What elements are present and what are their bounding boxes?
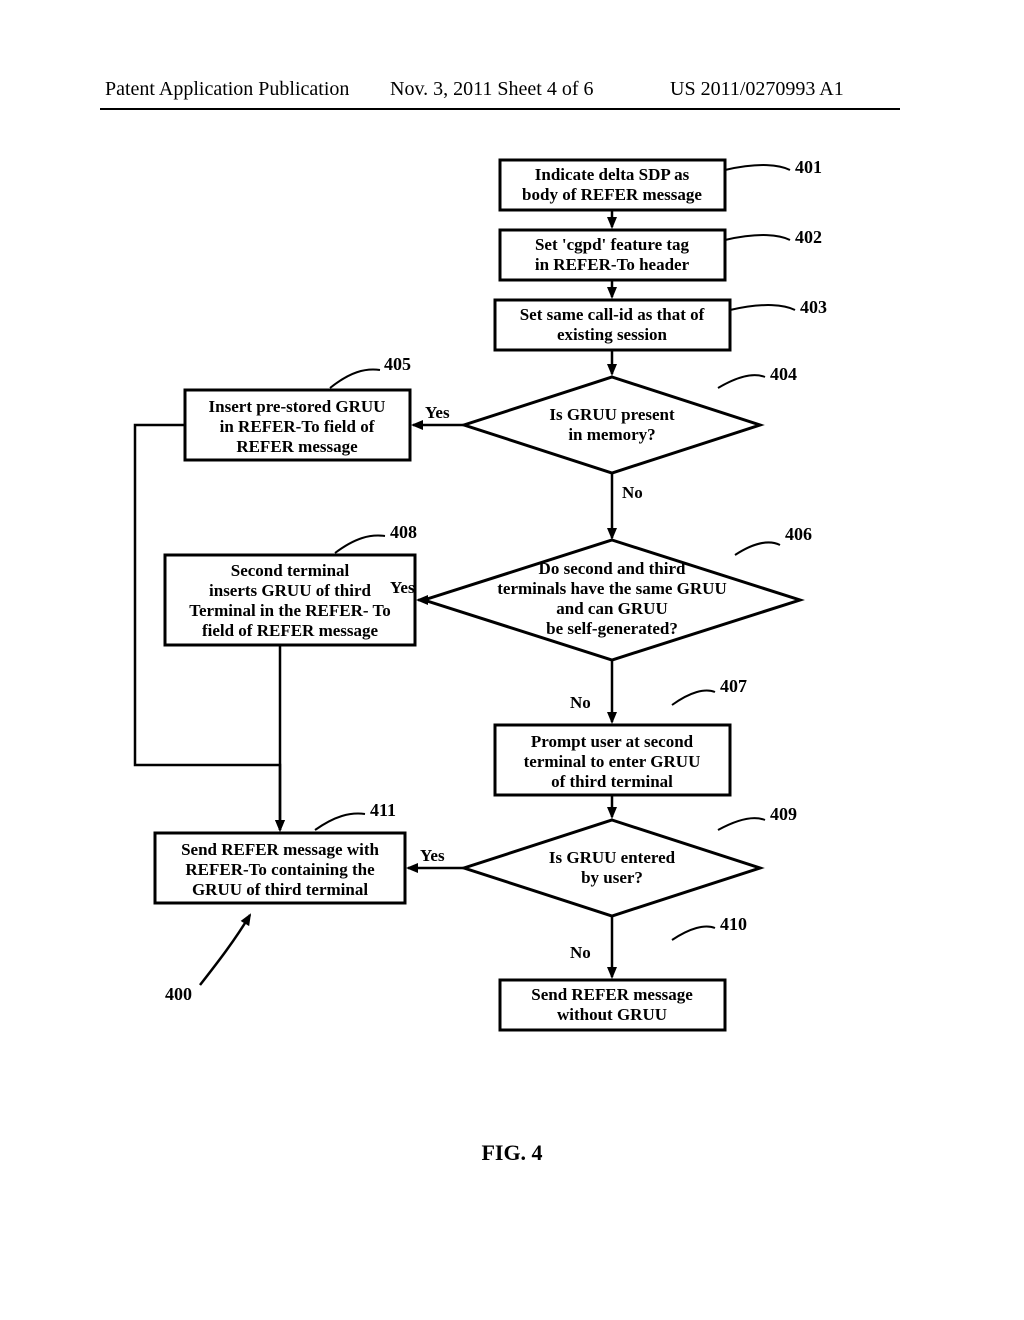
node-402-line2: in REFER-To header [535,255,690,274]
node-406-line1: Do second and third [539,559,686,578]
ref-410: 410 [720,914,747,934]
leader-402 [725,235,790,240]
edge-406-yes: Yes [390,578,415,597]
node-401-line1: Indicate delta SDP as [535,165,690,184]
node-403-line1: Set same call-id as that of [520,305,705,324]
leader-406 [735,542,780,555]
node-402-line1: Set 'cgpd' feature tag [535,235,690,254]
node-405-line2: in REFER-To field of [220,417,375,436]
node-410-line1: Send REFER message [531,985,693,1004]
leader-409 [718,818,765,830]
node-406-line2: terminals have the same GRUU [497,579,726,598]
ref-407: 407 [720,676,747,696]
edge-404-yes: Yes [425,403,450,422]
leader-404 [718,375,765,388]
flowchart: Indicate delta SDP as body of REFER mess… [100,140,910,1100]
figure-label: FIG. 4 [0,1140,1024,1166]
node-411-line3: GRUU of third terminal [192,880,368,899]
ref-406: 406 [785,524,812,544]
leader-401 [725,165,790,170]
edge-406-no: No [570,693,591,712]
leader-403 [730,305,795,310]
leader-408 [335,536,385,553]
edge-404-no: No [622,483,643,502]
node-404-line2: in memory? [568,425,655,444]
ref-402: 402 [795,227,822,247]
header-center: Nov. 3, 2011 Sheet 4 of 6 [390,78,594,101]
header-left: Patent Application Publication [105,78,349,101]
node-407-line3: of third terminal [551,772,673,791]
node-404-line1: Is GRUU present [549,405,675,424]
ref-404: 404 [770,364,797,384]
node-405-line1: Insert pre-stored GRUU [209,397,386,416]
node-401-line2: body of REFER message [522,185,702,204]
node-409-line1: Is GRUU entered [549,848,676,867]
ref-400: 400 [165,984,192,1004]
leader-410 [672,927,715,941]
ref-408: 408 [390,522,417,542]
node-406-line4: be self-generated? [546,619,678,638]
node-410-line2: without GRUU [557,1005,667,1024]
leader-407 [672,691,715,705]
leader-405 [330,370,380,388]
node-403-line2: existing session [557,325,668,344]
node-408-line1: Second terminal [231,561,350,580]
edge-409-yes: Yes [420,846,445,865]
ref-405: 405 [384,354,411,374]
node-408-line4: field of REFER message [202,621,379,640]
leader-411 [315,814,365,830]
ref-411: 411 [370,800,396,820]
edge-409-no: No [570,943,591,962]
node-411-line1: Send REFER message with [181,840,379,859]
ref-409: 409 [770,804,797,824]
ref-401: 401 [795,157,822,177]
leader-400 [200,915,250,985]
node-408-line2: inserts GRUU of third [209,581,372,600]
ref-403: 403 [800,297,827,317]
header-right: US 2011/0270993 A1 [670,78,844,101]
header-rule [100,108,900,110]
node-409-line2: by user? [581,868,643,887]
node-411-line2: REFER-To containing the [185,860,375,879]
node-405-line3: REFER message [236,437,358,456]
node-407-line2: terminal to enter GRUU [524,752,701,771]
node-408-line3: Terminal in the REFER- To [189,601,391,620]
node-406-line3: and can GRUU [556,599,667,618]
node-407-line1: Prompt user at second [531,732,694,751]
